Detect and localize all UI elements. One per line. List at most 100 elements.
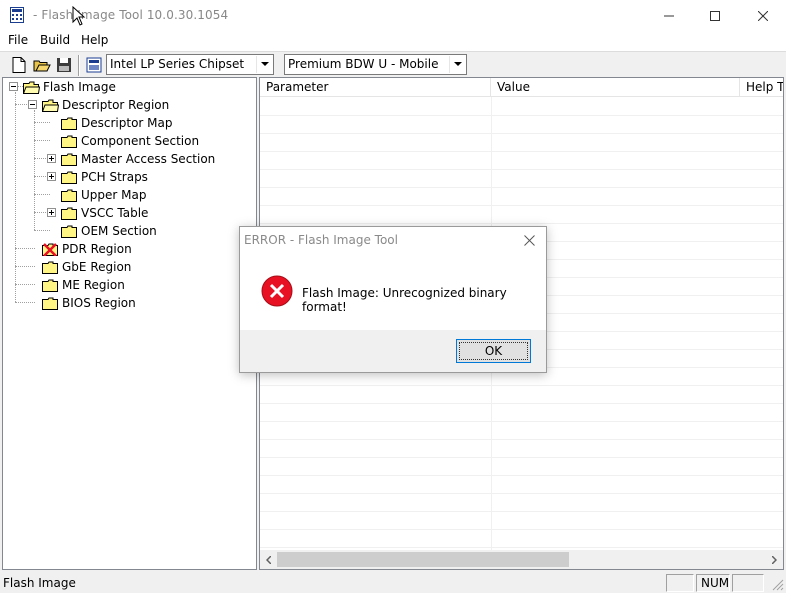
- menu-bar: File Build Help: [0, 31, 786, 51]
- grid-row-line: [260, 529, 783, 530]
- folder-icon: [61, 117, 77, 130]
- tree-label: ME Region: [62, 278, 125, 292]
- minimize-button[interactable]: [646, 0, 692, 31]
- tree-item-vscc-table[interactable]: VSCC Table: [61, 204, 148, 222]
- column-header-help-text[interactable]: Help Text: [740, 78, 783, 97]
- open-folder-icon: [42, 99, 59, 112]
- grid-row-line: [260, 169, 783, 170]
- calculator-app-icon: [10, 7, 24, 23]
- grid-row-line: [260, 115, 783, 116]
- grid-row-line: [260, 475, 783, 476]
- tree-label: Component Section: [81, 134, 200, 148]
- menu-help[interactable]: Help: [81, 33, 108, 47]
- tree-label: Upper Map: [81, 188, 147, 202]
- open-file-button[interactable]: [32, 55, 52, 75]
- tree-label: VSCC Table: [81, 206, 149, 220]
- close-icon: [523, 234, 535, 246]
- folder-icon: [42, 261, 58, 274]
- scrollbar-thumb[interactable]: [277, 552, 569, 567]
- folder-icon: [61, 171, 77, 184]
- dialog-footer: OK: [240, 330, 546, 372]
- disabled-folder-icon: [42, 242, 58, 256]
- folder-icon: [61, 153, 77, 166]
- grid-row-line: [260, 187, 783, 188]
- tree-item-descriptor-region[interactable]: Descriptor Region: [42, 96, 169, 114]
- build-image-button[interactable]: [84, 55, 104, 75]
- grid-row-line: [260, 439, 783, 440]
- status-text: Flash Image: [3, 576, 76, 590]
- expand-vscc-table-toggle[interactable]: [47, 208, 56, 217]
- scroll-right-icon[interactable]: [766, 550, 783, 569]
- new-file-button[interactable]: [9, 55, 29, 75]
- folder-icon: [61, 189, 77, 202]
- sku-select[interactable]: Premium BDW U - Mobile: [284, 54, 467, 75]
- tree-item-oem-section[interactable]: OEM Section: [61, 222, 157, 240]
- folder-icon: [61, 207, 77, 220]
- column-header-parameter[interactable]: Parameter: [260, 78, 491, 97]
- column-header-value[interactable]: Value: [491, 78, 740, 97]
- minimize-icon: [664, 15, 674, 16]
- status-panel-scroll: [732, 574, 764, 592]
- window-title: - Flash Image Tool 10.0.30.1054: [33, 8, 229, 22]
- tree-item-pch-straps[interactable]: PCH Straps: [61, 168, 148, 186]
- tree-item-descriptor-map[interactable]: Descriptor Map: [61, 114, 172, 132]
- error-icon: [261, 275, 293, 307]
- tree-item-upper-map[interactable]: Upper Map: [61, 186, 146, 204]
- folder-icon: [42, 297, 58, 310]
- tree-item-flash-image[interactable]: Flash Image: [23, 78, 116, 96]
- expand-pch-straps-toggle[interactable]: [47, 172, 56, 181]
- close-window-button[interactable]: [740, 0, 786, 31]
- maximize-button[interactable]: [692, 0, 738, 31]
- tree-label: Descriptor Region: [62, 98, 170, 112]
- error-dialog[interactable]: ERROR - Flash Image Tool Flash Image: Un…: [239, 226, 547, 373]
- tree-label: Descriptor Map: [81, 116, 173, 130]
- horizontal-scrollbar[interactable]: [260, 550, 783, 569]
- expand-master-access-toggle[interactable]: [47, 154, 56, 163]
- chevron-down-icon: [256, 56, 272, 73]
- grid-row-line: [260, 421, 783, 422]
- status-bar: Flash Image NUM: [0, 572, 786, 593]
- open-folder-icon: [33, 60, 51, 72]
- status-panel-caps: [666, 574, 694, 592]
- open-folder-icon: [23, 81, 40, 94]
- folder-icon: [61, 135, 77, 148]
- collapse-descriptor-toggle[interactable]: [28, 100, 37, 109]
- save-button[interactable]: [54, 55, 74, 75]
- menu-file[interactable]: File: [8, 33, 28, 47]
- ok-button[interactable]: OK: [456, 339, 531, 363]
- tree-label: PDR Region: [62, 242, 132, 256]
- grid-row-line: [260, 205, 783, 206]
- grid-row-line: [260, 151, 783, 152]
- dialog-close-button[interactable]: [520, 231, 538, 249]
- title-bar[interactable]: - Flash Image Tool 10.0.30.1054: [0, 0, 786, 31]
- grid-row-line: [260, 403, 783, 404]
- menu-build[interactable]: Build: [40, 33, 70, 47]
- tree-label: PCH Straps: [81, 170, 148, 184]
- grid-row-line: [260, 511, 783, 512]
- toolbar: Intel LP Series Chipset Premium BDW U - …: [0, 51, 786, 77]
- grid-row-line: [260, 133, 783, 134]
- close-icon: [758, 10, 768, 21]
- chipset-select[interactable]: Intel LP Series Chipset: [106, 54, 274, 75]
- tree-label: GbE Region: [62, 260, 132, 274]
- grid-row-line: [260, 385, 783, 386]
- dialog-title: ERROR - Flash Image Tool: [244, 233, 398, 247]
- folder-icon: [42, 279, 58, 292]
- status-panel-num: NUM: [696, 574, 730, 592]
- sku-value: Premium BDW U - Mobile: [288, 57, 439, 71]
- tree-item-pdr-region[interactable]: PDR Region: [42, 240, 132, 258]
- tree-item-me-region[interactable]: ME Region: [42, 276, 125, 294]
- tree-view[interactable]: Flash Image Descriptor Region Descriptor…: [2, 77, 257, 570]
- scroll-left-icon[interactable]: [260, 550, 277, 569]
- tree-item-component-section[interactable]: Component Section: [61, 132, 199, 150]
- tree-label: Flash Image: [43, 80, 116, 94]
- grid-row-line: [260, 493, 783, 494]
- collapse-root-toggle[interactable]: [9, 82, 18, 91]
- tree-item-master-access-section[interactable]: Master Access Section: [61, 150, 215, 168]
- build-icon: [86, 57, 102, 73]
- chipset-value: Intel LP Series Chipset: [110, 57, 245, 71]
- resize-grip-icon[interactable]: [772, 579, 784, 591]
- tree-item-bios-region[interactable]: BIOS Region: [42, 294, 136, 312]
- grid-row-line: [260, 547, 783, 548]
- tree-item-gbe-region[interactable]: GbE Region: [42, 258, 131, 276]
